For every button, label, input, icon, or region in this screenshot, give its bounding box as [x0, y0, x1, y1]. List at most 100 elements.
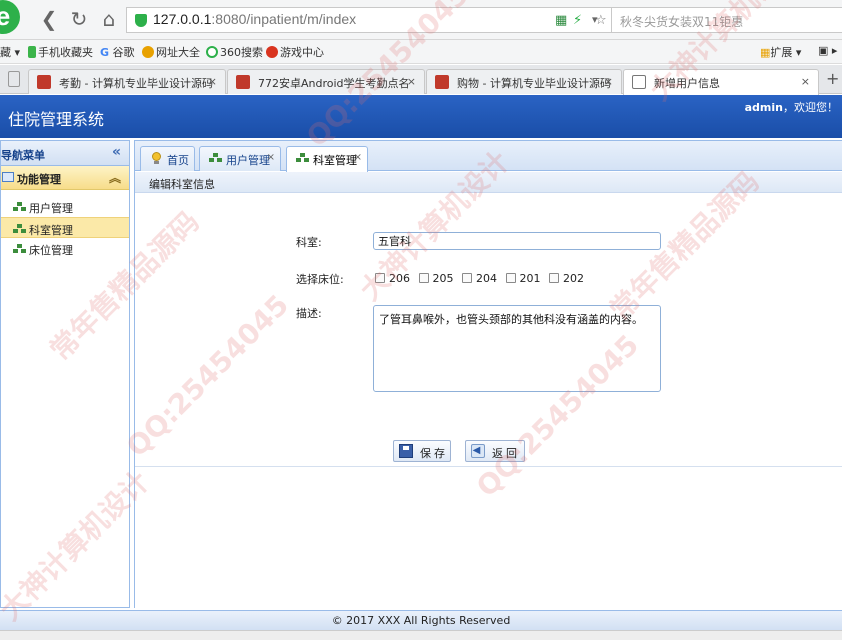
bookmark-360[interactable]: 360搜索	[206, 44, 263, 60]
dept-name-input[interactable]	[373, 232, 661, 250]
extra-icon[interactable]: ▣ ▸	[818, 44, 837, 57]
close-icon[interactable]: ×	[354, 152, 362, 163]
grid-icon: ▦	[760, 46, 771, 59]
sidebar-item-departments[interactable]: 科室管理	[1, 217, 129, 238]
close-icon[interactable]: ×	[801, 75, 810, 88]
checkbox[interactable]	[505, 273, 516, 283]
nav-group-functions[interactable]: 功能管理 ︽	[1, 166, 129, 190]
tree-icon	[13, 244, 26, 253]
lightning-icon[interactable]: ⚡	[573, 13, 582, 28]
home-icon[interactable]: ⌂	[96, 6, 122, 32]
bed-checkbox-group: 206 205 204 201 202	[375, 272, 589, 285]
sidebar-item-beds[interactable]: 床位管理	[1, 238, 129, 259]
close-icon[interactable]: ×	[208, 75, 217, 88]
beds-label: 选择床位:	[296, 273, 344, 286]
browser-tab-android[interactable]: 772安卓Android学生考勤点名 ×	[227, 69, 425, 94]
sidebar-item-label: 用户管理	[29, 202, 73, 215]
search-placeholder: 秋冬尖货女装双11钜惠	[620, 15, 744, 29]
qr-code-icon[interactable]: ▦	[555, 13, 567, 28]
tab-label: 用户管理	[226, 154, 270, 167]
sidebar-toggle-icon[interactable]	[8, 71, 20, 87]
bookmark-google[interactable]: G 谷歌	[100, 44, 135, 60]
tree-icon	[209, 152, 222, 164]
globe-icon	[142, 46, 154, 58]
content-tabstrip: 首页 用户管理 × 科室管理 ×	[135, 141, 842, 172]
dept-label: 科室:	[296, 236, 322, 249]
url-field[interactable]: 127.0.0.1:8080/inpatient/m/index ▦ ⚡ ☆	[126, 7, 612, 33]
save-button[interactable]: 保存	[393, 440, 451, 462]
tab-home[interactable]: 首页	[140, 146, 195, 171]
tab-label: 科室管理	[313, 154, 357, 167]
bookmark-mobile[interactable]: 手机收藏夹	[28, 44, 93, 60]
game-icon	[266, 46, 278, 58]
bed-option[interactable]: 201	[505, 272, 541, 285]
tab-user-management[interactable]: 用户管理 ×	[199, 146, 281, 171]
bookmark-favorites[interactable]: 藏 ▾	[0, 44, 20, 60]
bed-option[interactable]: 204	[462, 272, 497, 285]
chevron-down-icon[interactable]: ▾	[592, 13, 598, 26]
browser-tab-bar: 考勤 - 计算机专业毕业设计源码 × 772安卓Android学生考勤点名 × …	[0, 65, 842, 95]
tree-icon	[13, 202, 26, 211]
username: admin	[744, 101, 783, 114]
app-header: 住院管理系统 admin，欢迎您！	[0, 95, 842, 138]
extensions-button[interactable]: ▦扩展 ▾	[760, 44, 801, 60]
back-arrow-icon[interactable]: ❮	[36, 6, 62, 32]
back-button[interactable]: ◀ 返回	[465, 440, 525, 462]
google-icon: G	[100, 46, 110, 59]
checkbox[interactable]	[418, 273, 429, 283]
browser-tab-title: 考勤 - 计算机专业毕业设计源码	[59, 77, 213, 90]
tab-favicon-icon	[435, 75, 449, 89]
bed-option[interactable]: 205	[418, 272, 454, 285]
bookmark-hao[interactable]: 网址大全	[142, 44, 200, 60]
back-icon: ◀	[471, 444, 485, 458]
tree-icon	[296, 152, 309, 164]
welcome-text: admin，欢迎您！	[744, 101, 838, 114]
tab-department-management[interactable]: 科室管理 ×	[286, 146, 368, 172]
app-body: 导航菜单 « 功能管理 ︽ 用户管理 科室管理 床位管理 首页 用户管理 × 科…	[0, 140, 842, 610]
browser-tab-title: 新增用户信息	[654, 77, 720, 90]
collapse-icon[interactable]: «	[112, 144, 121, 160]
close-icon[interactable]: ×	[267, 152, 275, 163]
desc-label: 描述:	[296, 307, 322, 320]
browser-tab-shopping[interactable]: 购物 - 计算机专业毕业设计源码 ×	[426, 69, 622, 94]
content-panel: 首页 用户管理 × 科室管理 × 编辑科室信息 科室: 选择床位: 206 20…	[134, 140, 842, 608]
browser-address-bar: e ❮ ↻ ⌂ 127.0.0.1:8080/inpatient/m/index…	[0, 0, 842, 40]
browser-tab-title: 772安卓Android学生考勤点名	[258, 77, 410, 90]
sidebar-item-label: 床位管理	[29, 244, 73, 257]
bed-option[interactable]: 206	[375, 272, 410, 285]
browser-tab-title: 购物 - 计算机专业毕业设计源码	[457, 77, 611, 90]
tab-favicon-icon	[236, 75, 250, 89]
lightbulb-icon	[150, 152, 163, 164]
checkbox[interactable]	[375, 273, 385, 283]
url-text: 127.0.0.1:8080/inpatient/m/index	[153, 11, 357, 27]
shield-icon	[135, 14, 147, 27]
tab-favicon-icon	[37, 75, 51, 89]
bed-option[interactable]: 202	[549, 272, 584, 285]
new-tab-button[interactable]: +	[826, 69, 839, 88]
checkbox[interactable]	[462, 273, 472, 283]
tab-favicon-icon	[632, 75, 646, 89]
description-textarea[interactable]: 了管耳鼻喉外，也管头颈部的其他科没有涵盖的内容。	[373, 305, 661, 392]
browser-logo-icon: e	[0, 0, 20, 34]
reload-icon[interactable]: ↻	[66, 6, 92, 32]
bookmark-games[interactable]: 游戏中心	[266, 44, 324, 60]
nav-header: 导航菜单 «	[1, 141, 129, 166]
close-icon[interactable]: ×	[604, 75, 613, 88]
search-field[interactable]: ▾ 秋冬尖货女装双11钜惠	[592, 7, 842, 33]
browser-tab-new-user[interactable]: 新增用户信息 ×	[623, 69, 819, 95]
close-icon[interactable]: ×	[407, 75, 416, 88]
phone-icon	[28, 46, 36, 58]
form-divider	[135, 466, 842, 467]
checkbox[interactable]	[549, 273, 559, 283]
sidebar-item-label: 科室管理	[29, 224, 73, 237]
form-section-title: 编辑科室信息	[135, 172, 842, 193]
browser-tab-attendance[interactable]: 考勤 - 计算机专业毕业设计源码 ×	[28, 69, 226, 94]
sidebar-item-users[interactable]: 用户管理	[1, 196, 129, 217]
chevron-up-icon[interactable]: ︽	[109, 169, 121, 186]
footer: © 2017 XXX All Rights Reserved	[0, 610, 842, 630]
bookmarks-bar: 藏 ▾ 手机收藏夹 G 谷歌 网址大全 360搜索 游戏中心 ▦扩展 ▾ ▣ ▸	[0, 40, 842, 64]
search-icon	[206, 46, 218, 58]
nav-header-title: 导航菜单	[1, 149, 45, 162]
browser-status-bar	[0, 630, 842, 640]
folder-icon	[2, 172, 14, 182]
